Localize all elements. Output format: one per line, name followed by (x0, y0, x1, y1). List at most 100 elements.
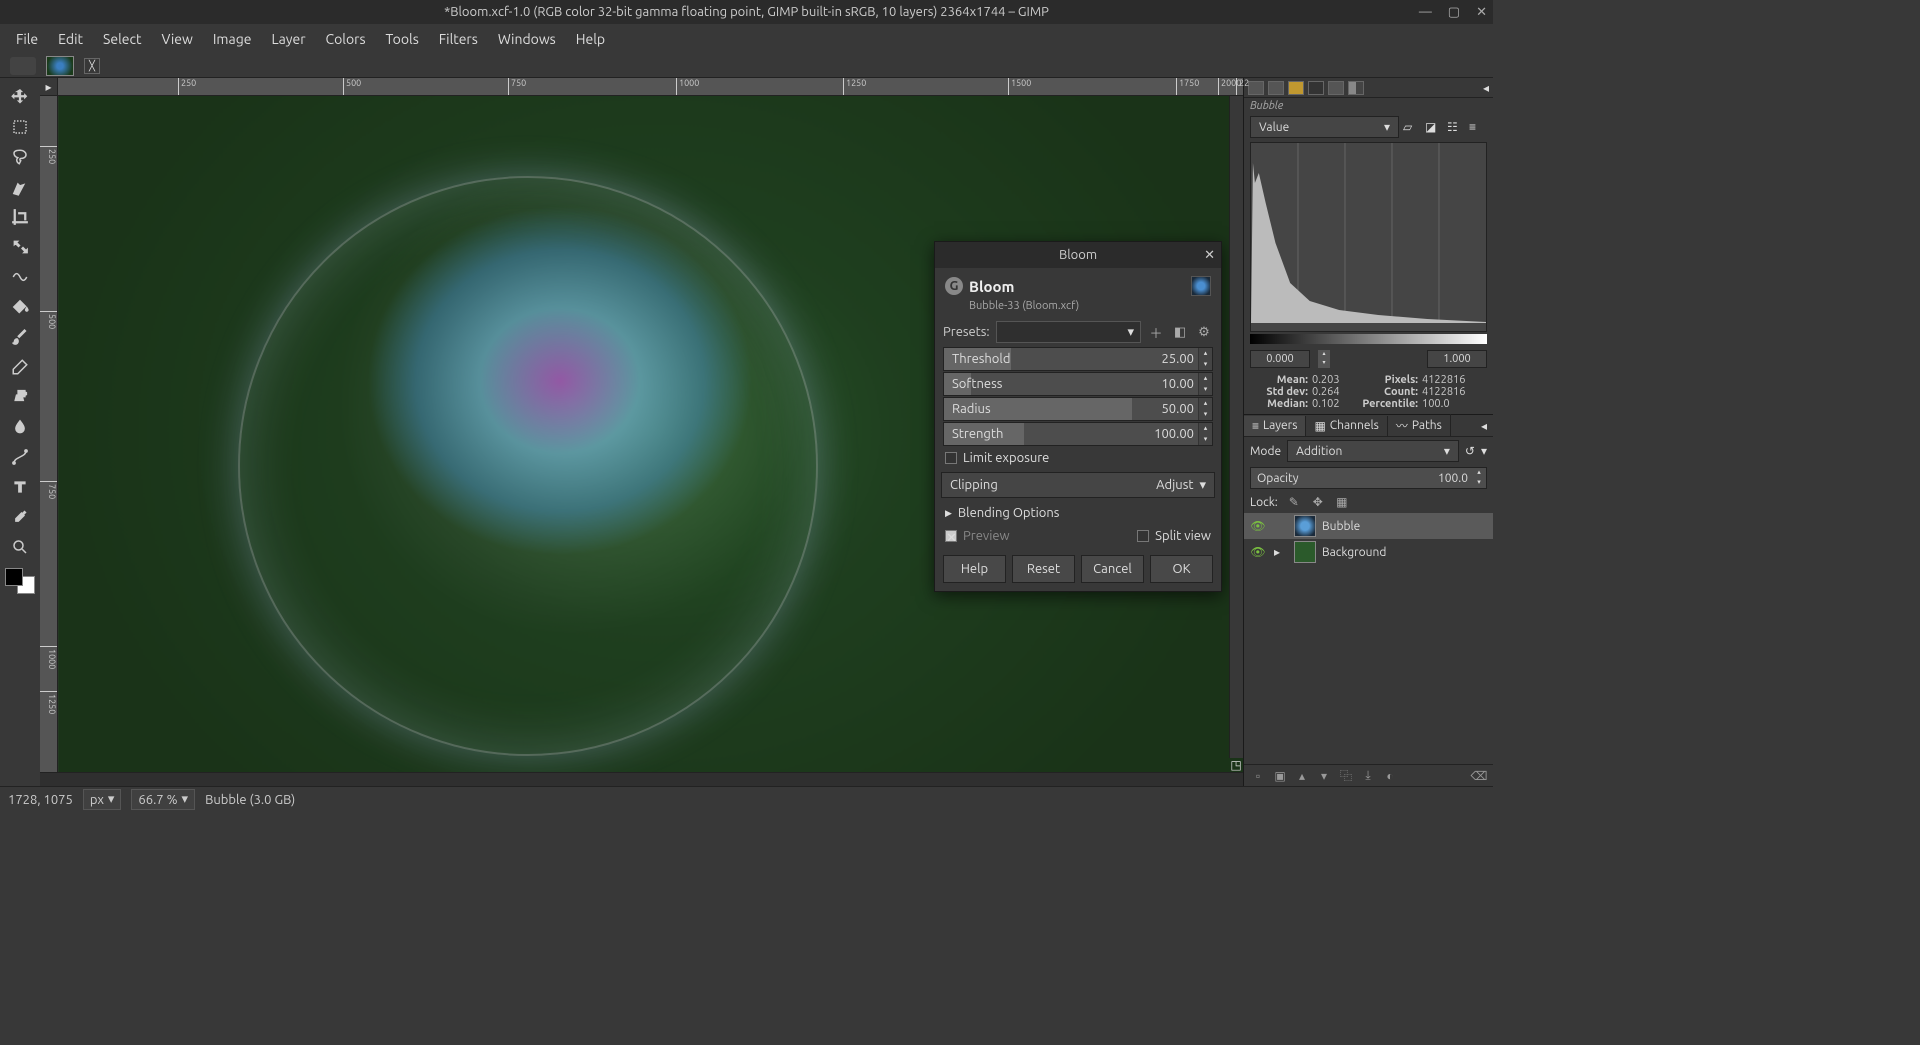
preset-save-button[interactable]: ◧ (1171, 323, 1189, 341)
visibility-icon[interactable]: 👁 (1248, 517, 1268, 535)
menu-layer[interactable]: Layer (261, 27, 315, 51)
menu-select[interactable]: Select (93, 27, 151, 51)
clipping-dropdown[interactable]: Clipping Adjust ▾ (941, 472, 1215, 498)
cancel-button[interactable]: Cancel (1081, 555, 1144, 583)
hist-range-hi-input[interactable] (1427, 350, 1487, 368)
window-close-button[interactable]: ✕ (1476, 5, 1487, 20)
new-group-button[interactable]: ▣ (1270, 767, 1290, 785)
menu-view[interactable]: View (151, 27, 202, 51)
vertical-ruler[interactable]: 25050075010001250 (40, 96, 58, 772)
tab-paths[interactable]: 〰Paths (1388, 414, 1451, 437)
lock-position-icon[interactable]: ✥ (1310, 494, 1326, 510)
dialog-titlebar[interactable]: Bloom ✕ (935, 242, 1221, 268)
threshold-slider[interactable]: Threshold25.00▴▾ (943, 347, 1213, 371)
new-layer-button[interactable]: ▫ (1248, 767, 1268, 785)
menu-tools[interactable]: Tools (376, 27, 429, 51)
menu-image[interactable]: Image (203, 27, 262, 51)
ruler-corner[interactable]: ▸ (40, 78, 58, 96)
paintbrush-tool[interactable] (6, 323, 34, 351)
hist-range-lo-input[interactable] (1250, 350, 1310, 368)
mask-button[interactable]: ◐ (1380, 767, 1400, 785)
opacity-slider[interactable]: Opacity 100.0 ▴▾ (1250, 467, 1487, 489)
spin-up[interactable]: ▴ (1318, 350, 1330, 359)
histogram-channel-dropdown[interactable]: Value ▾ (1250, 116, 1399, 138)
dock-config-icon[interactable]: ◂ (1483, 81, 1489, 95)
delete-layer-button[interactable]: ⌫ (1469, 767, 1489, 785)
radius-slider[interactable]: Radius50.00▴▾ (943, 397, 1213, 421)
vertical-scrollbar[interactable] (1229, 96, 1243, 758)
menu-colors[interactable]: Colors (316, 27, 376, 51)
preset-manage-button[interactable]: ⚙ (1195, 323, 1213, 341)
menu-edit[interactable]: Edit (48, 27, 93, 51)
horizontal-scrollbar[interactable] (40, 772, 1243, 786)
reset-button[interactable]: Reset (1012, 555, 1075, 583)
mode-reset-icon[interactable]: ↺ (1465, 444, 1475, 458)
hist-lum-icon[interactable]: ≡ (1469, 120, 1487, 134)
hist-rgb-icon[interactable]: ☷ (1447, 120, 1465, 134)
fg-color-swatch[interactable] (5, 568, 23, 586)
fg-bg-colors[interactable] (5, 568, 35, 594)
dialog-close-button[interactable]: ✕ (1204, 248, 1215, 263)
smudge-tool[interactable] (6, 413, 34, 441)
hist-linear-icon[interactable]: ▱ (1403, 120, 1421, 134)
help-button[interactable]: Help (943, 555, 1006, 583)
spin-down[interactable]: ▾ (1318, 359, 1330, 368)
image-tab-thumbnail[interactable] (46, 56, 74, 76)
dock-tab-1[interactable] (1248, 81, 1264, 95)
crop-tool[interactable] (6, 203, 34, 231)
histogram-display[interactable] (1250, 142, 1487, 332)
lock-pixels-icon[interactable]: ✎ (1286, 494, 1302, 510)
merge-down-button[interactable]: ⤓ (1358, 767, 1378, 785)
dock-tab-4[interactable] (1308, 81, 1324, 95)
preset-add-button[interactable]: ＋ (1147, 323, 1165, 341)
split-view-checkbox[interactable] (1137, 530, 1149, 542)
hist-log-icon[interactable]: ◪ (1425, 120, 1443, 134)
clone-tool[interactable] (6, 383, 34, 411)
warp-tool[interactable] (6, 263, 34, 291)
window-minimize-button[interactable]: — (1419, 5, 1432, 20)
softness-slider[interactable]: Softness10.00▴▾ (943, 372, 1213, 396)
limit-exposure-checkbox[interactable] (945, 452, 957, 464)
presets-dropdown[interactable]: ▾ (996, 321, 1141, 343)
zoom-dropdown[interactable]: 66.7 % ▾ (131, 789, 195, 810)
mode-dropdown[interactable]: Addition ▾ (1287, 440, 1459, 462)
canvas[interactable]: Bloom ✕ G Bloom Bubble-33 (Bloom.xcf) Pr… (58, 96, 1243, 772)
duplicate-layer-button[interactable]: ⿻ (1336, 767, 1356, 785)
dock-tab-5[interactable] (1328, 81, 1344, 95)
tab-channels[interactable]: ▦Channels (1306, 416, 1387, 436)
rect-select-tool[interactable] (6, 113, 34, 141)
layers-config-icon[interactable]: ◂ (1481, 419, 1493, 433)
menu-filters[interactable]: Filters (429, 27, 488, 51)
layer-row[interactable]: 👁▸Background (1244, 539, 1493, 565)
horizontal-ruler[interactable]: 2505007501000125015001750200022 (58, 78, 1243, 96)
lower-layer-button[interactable]: ▾ (1314, 767, 1334, 785)
transform-tool[interactable] (6, 233, 34, 261)
menu-windows[interactable]: Windows (488, 27, 566, 51)
blending-options-expander[interactable]: ▶ Blending Options (935, 501, 1221, 525)
visibility-icon[interactable]: 👁 (1248, 543, 1268, 561)
lock-alpha-icon[interactable]: ▦ (1334, 494, 1350, 510)
path-tool[interactable] (6, 443, 34, 471)
preview-checkbox[interactable]: ✕ (945, 530, 957, 542)
raise-layer-button[interactable]: ▴ (1292, 767, 1312, 785)
layer-row[interactable]: 👁Bubble (1244, 513, 1493, 539)
dock-tab-2[interactable] (1268, 81, 1284, 95)
menu-file[interactable]: File (6, 27, 48, 51)
dock-tab-histogram[interactable] (1348, 81, 1364, 95)
eraser-tool[interactable] (6, 353, 34, 381)
dock-tab-3[interactable] (1288, 81, 1304, 95)
zoom-tool[interactable] (6, 533, 34, 561)
fuzzy-select-tool[interactable] (6, 173, 34, 201)
move-tool[interactable] (6, 83, 34, 111)
free-select-tool[interactable] (6, 143, 34, 171)
strength-slider[interactable]: Strength100.00▴▾ (943, 422, 1213, 446)
text-tool[interactable] (6, 473, 34, 501)
window-maximize-button[interactable]: ▢ (1448, 5, 1460, 20)
tab-close-button[interactable]: ╳ (84, 58, 100, 74)
tab-layers[interactable]: ≡Layers (1244, 416, 1306, 436)
unit-dropdown[interactable]: px ▾ (83, 789, 122, 810)
menu-help[interactable]: Help (566, 27, 615, 51)
bucket-tool[interactable] (6, 293, 34, 321)
navigation-icon[interactable]: ◳ (1229, 758, 1243, 772)
color-picker-tool[interactable] (6, 503, 34, 531)
